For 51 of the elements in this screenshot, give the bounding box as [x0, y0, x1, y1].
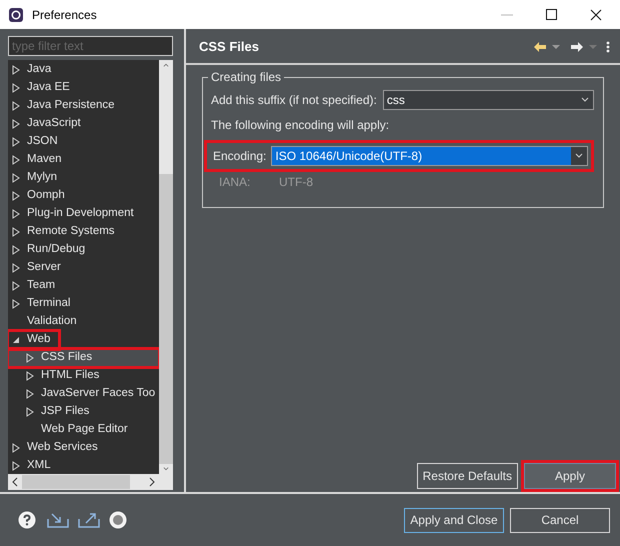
iana-label: IANA:	[219, 174, 252, 191]
tree-item[interactable]: Team	[8, 277, 159, 295]
close-icon[interactable]	[590, 8, 602, 20]
tree-item[interactable]: JavaServer Faces Too	[8, 385, 159, 403]
more-menu-icon[interactable]	[606, 41, 610, 53]
tree-item[interactable]: Validation	[8, 313, 159, 331]
tree-item[interactable]: Java Persistence	[8, 97, 159, 115]
tree-item[interactable]: Web Services	[8, 439, 159, 457]
tree-item[interactable]: Web	[8, 331, 59, 349]
import-icon[interactable]	[47, 512, 69, 528]
encoding-label: Encoding:	[213, 148, 266, 165]
tree-item[interactable]: Java EE	[8, 79, 159, 97]
maximize-icon[interactable]	[546, 9, 557, 20]
vertical-scrollbar[interactable]	[159, 60, 173, 474]
group-title: Creating files	[208, 70, 284, 84]
suffix-label: Add this suffix (if not specified):	[211, 92, 377, 109]
back-arrow-icon[interactable]	[533, 41, 547, 53]
forward-arrow-icon[interactable]	[570, 41, 584, 53]
tree-item[interactable]: HTML Files	[8, 367, 159, 385]
tree-item[interactable]: JSON	[8, 133, 159, 151]
app-icon	[8, 6, 24, 22]
horizontal-scrollbar[interactable]	[8, 474, 173, 490]
tree-item[interactable]: Maven	[8, 151, 159, 169]
tree-item[interactable]: Mylyn	[8, 169, 159, 187]
tree-item[interactable]: Plug-in Development	[8, 205, 159, 223]
tree-item[interactable]: Server	[8, 259, 159, 277]
tree-item[interactable]: Terminal	[8, 295, 159, 313]
dialog-button[interactable]: Cancel	[510, 508, 610, 532]
tree-item[interactable]: Remote Systems	[8, 223, 159, 241]
suffix-dropdown[interactable]: css	[382, 90, 594, 110]
tree-item[interactable]: Run/Debug	[8, 241, 159, 259]
iana-value: UTF-8	[279, 174, 313, 191]
tree-item[interactable]: XML	[8, 457, 159, 474]
tree-item[interactable]: CSS Files	[8, 349, 159, 367]
tree-item[interactable]: Java	[8, 61, 159, 79]
encoding-dropdown[interactable]: ISO 10646/Unicode(UTF-8)	[271, 146, 588, 166]
window-title: Preferences	[32, 6, 97, 24]
export-icon[interactable]	[78, 512, 100, 528]
action-button[interactable]: Apply	[524, 463, 616, 489]
help-icon[interactable]	[18, 511, 36, 529]
action-button[interactable]: Restore Defaults	[416, 463, 518, 489]
tree-item[interactable]: JSP Files	[8, 403, 159, 421]
record-icon[interactable]	[109, 511, 127, 529]
tree-item[interactable]: Web Page Editor	[8, 421, 159, 439]
tree-item[interactable]: Oomph	[8, 187, 159, 205]
tree-item[interactable]: JavaScript	[8, 115, 159, 133]
dialog-button[interactable]: Apply and Close	[404, 508, 504, 532]
collapse-arrow-icon[interactable]	[12, 336, 20, 344]
dropdown-caret-icon[interactable]	[552, 44, 560, 50]
page-title: CSS Files	[199, 38, 259, 56]
encoding-note: The following encoding will apply:	[211, 117, 390, 134]
